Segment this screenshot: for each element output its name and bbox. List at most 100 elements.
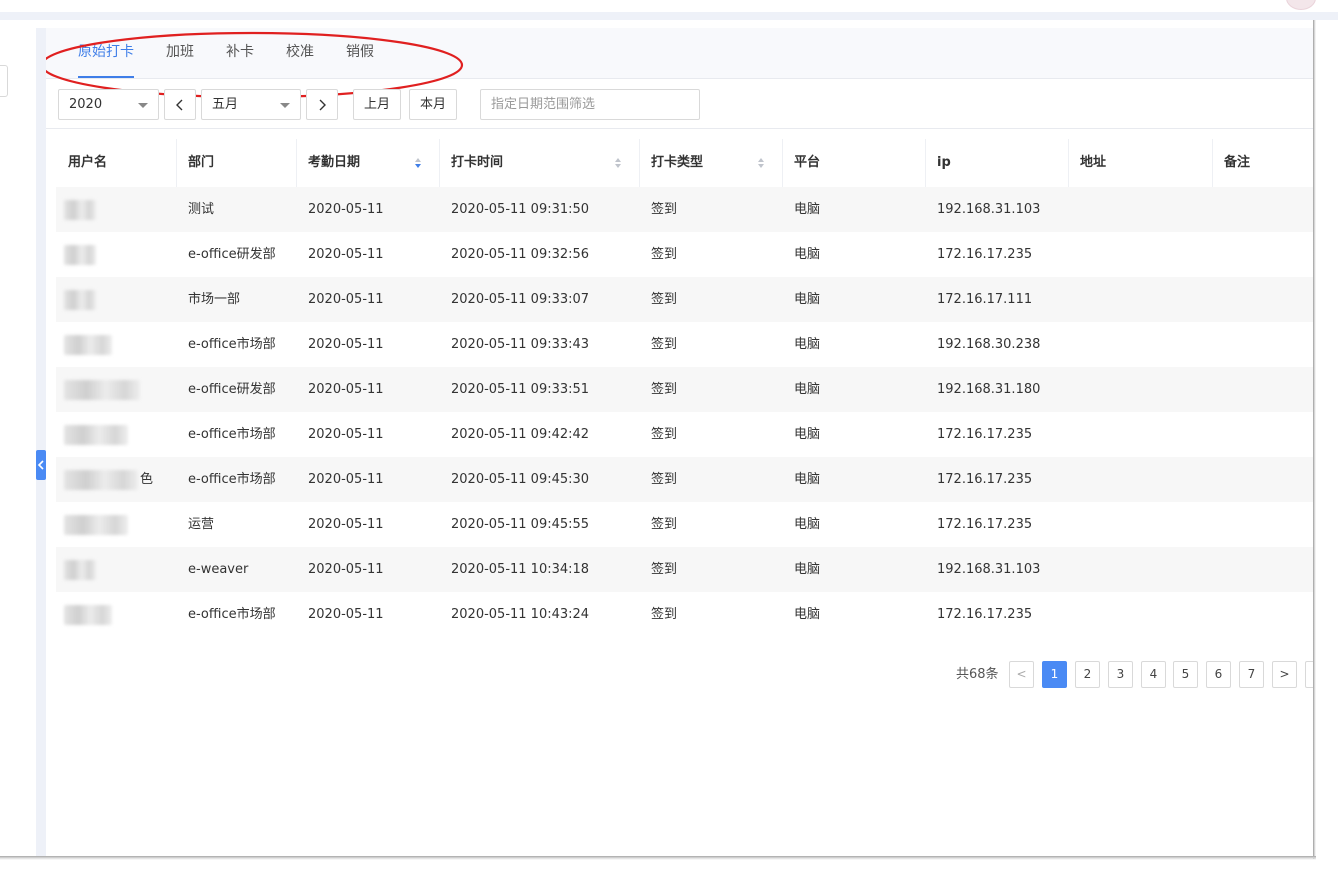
- cell-time: 2020-05-11 09:33:51: [451, 382, 590, 397]
- blurred-username: [64, 290, 96, 310]
- cell-platform: 电脑: [794, 607, 821, 622]
- left-panel-input-edge[interactable]: [0, 65, 8, 97]
- cell-type: 签到: [651, 517, 678, 532]
- column-header-ip: ip: [937, 155, 951, 170]
- pagination-page-5[interactable]: 5: [1173, 661, 1198, 688]
- blurred-username: [64, 470, 138, 490]
- left-panel: [0, 28, 36, 856]
- cell-type: 签到: [651, 292, 678, 307]
- table-row[interactable]: e-office研发部 2020-05-11 2020-05-11 09:33:…: [56, 367, 1313, 412]
- table-row[interactable]: e-office市场部 2020-05-11 2020-05-11 09:33:…: [56, 322, 1313, 367]
- pagination-page-4[interactable]: 4: [1141, 661, 1166, 688]
- cell-date: 2020-05-11: [308, 337, 384, 352]
- cell-ip: 192.168.30.238: [937, 337, 1041, 352]
- cell-time: 2020-05-11 09:33:43: [451, 337, 590, 352]
- blurred-username: [64, 335, 112, 355]
- cell-department: 市场一部: [188, 292, 241, 307]
- cell-date: 2020-05-11: [308, 292, 384, 307]
- pagination-next-button[interactable]: >: [1272, 661, 1297, 688]
- month-select-value: 五月: [212, 97, 239, 112]
- cell-platform: 电脑: [794, 337, 821, 352]
- tab-cancel-leave[interactable]: 销假: [346, 43, 374, 61]
- year-select[interactable]: 2020: [58, 89, 159, 120]
- cell-date: 2020-05-11: [308, 517, 384, 532]
- cell-department: e-office市场部: [188, 607, 276, 622]
- cell-ip: 172.16.17.235: [937, 517, 1033, 532]
- cell-platform: 电脑: [794, 247, 821, 262]
- pagination-page-3[interactable]: 3: [1108, 661, 1133, 688]
- cell-date: 2020-05-11: [308, 607, 384, 622]
- pagination-prev-button[interactable]: <: [1009, 661, 1034, 688]
- pagination: 共68条 < 1 2 3 4 5 6 7 >: [46, 660, 1313, 690]
- collapse-panel-button[interactable]: [36, 450, 46, 480]
- month-select[interactable]: 五月: [201, 89, 301, 120]
- blurred-username: [64, 200, 96, 220]
- cell-type: 签到: [651, 562, 678, 577]
- tab-calibration[interactable]: 校准: [286, 43, 314, 61]
- table-row[interactable]: 测试 2020-05-11 2020-05-11 09:31:50 签到 电脑 …: [56, 187, 1313, 232]
- pagination-jump-input-edge[interactable]: [1305, 661, 1313, 688]
- cell-department: e-office研发部: [188, 382, 276, 397]
- window-edge-bottom: [0, 860, 1338, 879]
- panel-divider: [36, 28, 46, 856]
- cell-department: e-office市场部: [188, 427, 276, 442]
- cell-time: 2020-05-11 09:42:42: [451, 427, 590, 442]
- cell-department: e-office市场部: [188, 337, 276, 352]
- pagination-total: 共68条: [956, 667, 999, 682]
- cell-department: 测试: [188, 202, 215, 217]
- cell-platform: 电脑: [794, 202, 821, 217]
- main-content: 原始打卡 加班 补卡 校准 销假 2020 五月 上月 本月 用户名 部: [46, 28, 1313, 856]
- table-row[interactable]: e-weaver 2020-05-11 2020-05-11 10:34:18 …: [56, 547, 1313, 592]
- filter-bar: 2020 五月 上月 本月: [46, 79, 1313, 129]
- this-month-button[interactable]: 本月: [409, 89, 457, 120]
- cell-time: 2020-05-11 10:43:24: [451, 607, 590, 622]
- year-select-value: 2020: [69, 97, 103, 112]
- tab-overtime[interactable]: 加班: [166, 43, 194, 61]
- next-month-arrow-button[interactable]: [306, 89, 338, 120]
- caret-down-icon: [280, 103, 290, 108]
- window-shadow-right: [1313, 20, 1316, 859]
- table-row[interactable]: 运营 2020-05-11 2020-05-11 09:45:55 签到 电脑 …: [56, 502, 1313, 547]
- column-header-punch-time[interactable]: 打卡时间: [439, 139, 639, 187]
- top-header-strip: [0, 0, 1338, 20]
- table-row[interactable]: 市场一部 2020-05-11 2020-05-11 09:33:07 签到 电…: [56, 277, 1313, 322]
- sort-icon[interactable]: [614, 157, 622, 169]
- window-edge-right: [1313, 20, 1338, 879]
- pagination-page-6[interactable]: 6: [1206, 661, 1231, 688]
- cell-platform: 电脑: [794, 562, 821, 577]
- cell-time: 2020-05-11 09:45:55: [451, 517, 590, 532]
- punch-records-table: 用户名 部门 考勤日期 打卡时间 打卡类型 平台 ip 地址 备注 测试 202…: [56, 139, 1313, 637]
- table-header: 用户名 部门 考勤日期 打卡时间 打卡类型 平台 ip 地址 备注: [56, 139, 1313, 187]
- pagination-page-2[interactable]: 2: [1075, 661, 1100, 688]
- chevron-left-icon: [37, 460, 44, 470]
- pagination-page-7[interactable]: 7: [1239, 661, 1264, 688]
- pagination-page-1[interactable]: 1: [1042, 661, 1067, 688]
- cell-department: e-weaver: [188, 562, 249, 577]
- table-row[interactable]: e-office市场部 2020-05-11 2020-05-11 09:42:…: [56, 412, 1313, 457]
- cell-platform: 电脑: [794, 427, 821, 442]
- column-header-department: 部门: [188, 155, 215, 170]
- cell-platform: 电脑: [794, 292, 821, 307]
- cell-ip: 172.16.17.235: [937, 427, 1033, 442]
- cell-ip: 172.16.17.235: [937, 247, 1033, 262]
- caret-down-icon: [138, 103, 148, 108]
- prev-month-arrow-button[interactable]: [164, 89, 196, 120]
- column-header-platform: 平台: [794, 155, 821, 170]
- tab-makeup-punch[interactable]: 补卡: [226, 43, 254, 61]
- chevron-left-icon: [176, 99, 183, 111]
- tab-bar: 原始打卡 加班 补卡 校准 销假: [46, 28, 1313, 79]
- date-range-input[interactable]: [480, 89, 700, 120]
- table-row[interactable]: e-office市场部 2020-05-11 2020-05-11 10:43:…: [56, 592, 1313, 637]
- chevron-right-icon: [319, 99, 326, 111]
- cell-ip: 172.16.17.235: [937, 472, 1033, 487]
- table-row[interactable]: e-office研发部 2020-05-11 2020-05-11 09:32:…: [56, 232, 1313, 277]
- cell-ip: 192.168.31.103: [937, 202, 1041, 217]
- sort-icon[interactable]: [757, 157, 765, 169]
- active-tab-indicator: [78, 76, 134, 78]
- sort-icon[interactable]: [414, 157, 422, 169]
- cell-department: 运营: [188, 517, 215, 532]
- last-month-button[interactable]: 上月: [353, 89, 401, 120]
- tab-raw-punch[interactable]: 原始打卡: [78, 43, 134, 61]
- cell-time: 2020-05-11 10:34:18: [451, 562, 590, 577]
- table-row[interactable]: 色 e-office市场部 2020-05-11 2020-05-11 09:4…: [56, 457, 1313, 502]
